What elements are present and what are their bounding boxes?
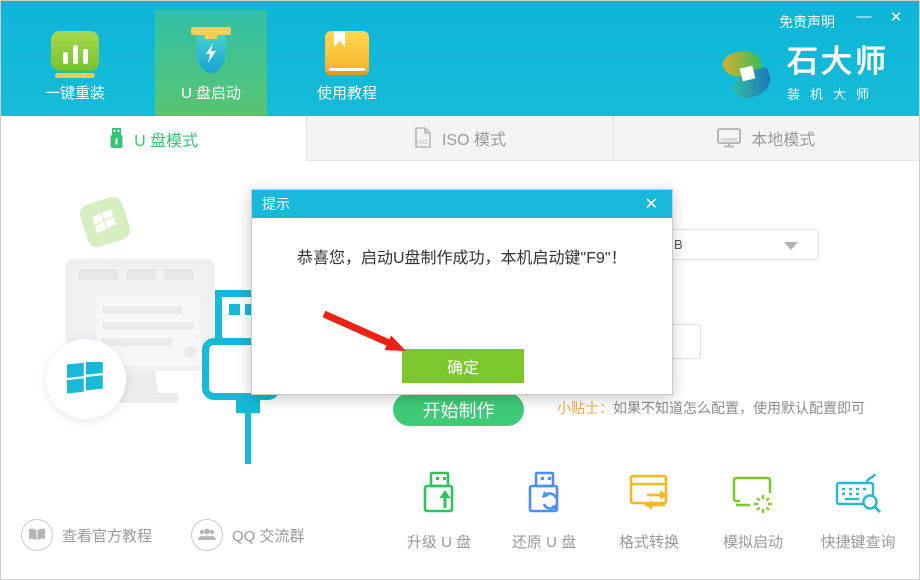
start-make-button[interactable]: 开始制作 — [393, 393, 524, 426]
shield-bolt-icon — [155, 27, 267, 75]
nav-item-tutorial[interactable]: 使用教程 — [291, 1, 403, 115]
close-button[interactable]: ✕ — [885, 8, 907, 26]
ok-button[interactable]: 确定 — [402, 349, 524, 383]
tab-label: ISO 模式 — [442, 126, 506, 150]
disclaimer-link[interactable]: 免责声明 — [779, 12, 835, 32]
usb-drive-illustration-plug — [236, 398, 260, 413]
footer-link-label: 查看官方教程 — [62, 525, 152, 546]
usb-restore-icon — [523, 471, 565, 517]
qq-group-link[interactable]: QQ 交流群 — [191, 519, 305, 551]
tool-label: 还原 U 盘 — [489, 531, 599, 552]
dialog-titlebar: 提示 ✕ — [252, 190, 672, 218]
nav-label: 使用教程 — [291, 82, 403, 103]
tool-format-convert[interactable]: 格式转换 — [594, 471, 704, 552]
tool-upgrade-usb[interactable]: 升级 U 盘 — [384, 471, 494, 552]
tool-hotkey-query[interactable]: 快捷键查询 — [803, 471, 913, 552]
usb-drive-illustration-cable — [245, 413, 251, 464]
nav-item-usb-boot[interactable]: U 盘启动 — [155, 1, 267, 115]
tool-simulate-boot[interactable]: 模拟启动 — [698, 471, 808, 552]
nav-label: 一键重装 — [19, 82, 131, 103]
open-book-icon — [21, 519, 53, 551]
tip-text: 如果不知道怎么配置，使用默认配置即可 — [613, 400, 865, 416]
windows-tile-icon — [77, 194, 132, 249]
usb-drive-icon — [109, 128, 124, 149]
official-tutorial-link[interactable]: 查看官方教程 — [21, 519, 152, 551]
brand-subtitle: 装机大师 — [787, 84, 889, 103]
tab-label: 本地模式 — [751, 126, 815, 150]
svg-text:ISO: ISO — [417, 140, 428, 146]
tool-label: 格式转换 — [594, 531, 704, 552]
tab-local-mode[interactable]: 本地模式 — [613, 116, 919, 161]
chevron-down-icon — [784, 242, 798, 250]
iso-file-icon: ISO — [414, 127, 432, 149]
format-convert-icon — [626, 471, 672, 517]
tab-label: U 盘模式 — [134, 127, 198, 151]
brand-logo-icon — [719, 45, 777, 103]
bar-chart-icon — [19, 31, 131, 78]
group-people-icon — [191, 519, 223, 551]
success-dialog: 提示 ✕ 恭喜您，启动U盘制作成功，本机启动键"F9"！ 确定 — [251, 189, 673, 395]
app-window: 一键重装 U 盘启动 使 — [0, 0, 920, 580]
tool-label: 模拟启动 — [698, 531, 808, 552]
tool-label: 升级 U 盘 — [384, 531, 494, 552]
tool-restore-usb[interactable]: 还原 U 盘 — [489, 471, 599, 552]
simulate-boot-icon — [730, 471, 776, 517]
tip-row: 小贴士：如果不知道怎么配置，使用默认配置即可 — [557, 398, 865, 418]
windows-logo-badge — [46, 339, 126, 419]
dialog-close-icon[interactable]: ✕ — [641, 194, 662, 214]
tip-label: 小贴士： — [557, 400, 613, 416]
book-icon — [291, 31, 403, 75]
dialog-message: 恭喜您，启动U盘制作成功，本机启动键"F9"！ — [297, 244, 627, 268]
brand-name: 石大师 — [787, 46, 889, 77]
nav-item-onekey-reinstall[interactable]: 一键重装 — [19, 1, 131, 115]
brand-logo: 石大师 装机大师 — [719, 45, 889, 103]
usb-device-select-value: B — [674, 237, 683, 252]
tool-label: 快捷键查询 — [803, 531, 913, 552]
dialog-title: 提示 — [262, 194, 290, 214]
hotkey-query-icon — [834, 471, 882, 517]
usb-upgrade-icon — [418, 471, 460, 517]
minimize-button[interactable]: — — [853, 8, 875, 25]
tab-usb-mode[interactable]: U 盘模式 — [1, 116, 306, 161]
app-header: 一键重装 U 盘启动 使 — [1, 1, 919, 116]
monitor-stand — [123, 371, 159, 395]
nav-label: U 盘启动 — [155, 82, 267, 103]
monitor-icon — [717, 128, 741, 148]
tab-iso-mode[interactable]: ISO ISO 模式 — [306, 116, 612, 161]
footer-link-label: QQ 交流群 — [232, 525, 305, 546]
mode-tab-bar: U 盘模式 ISO ISO 模式 本地模式 — [1, 116, 919, 161]
